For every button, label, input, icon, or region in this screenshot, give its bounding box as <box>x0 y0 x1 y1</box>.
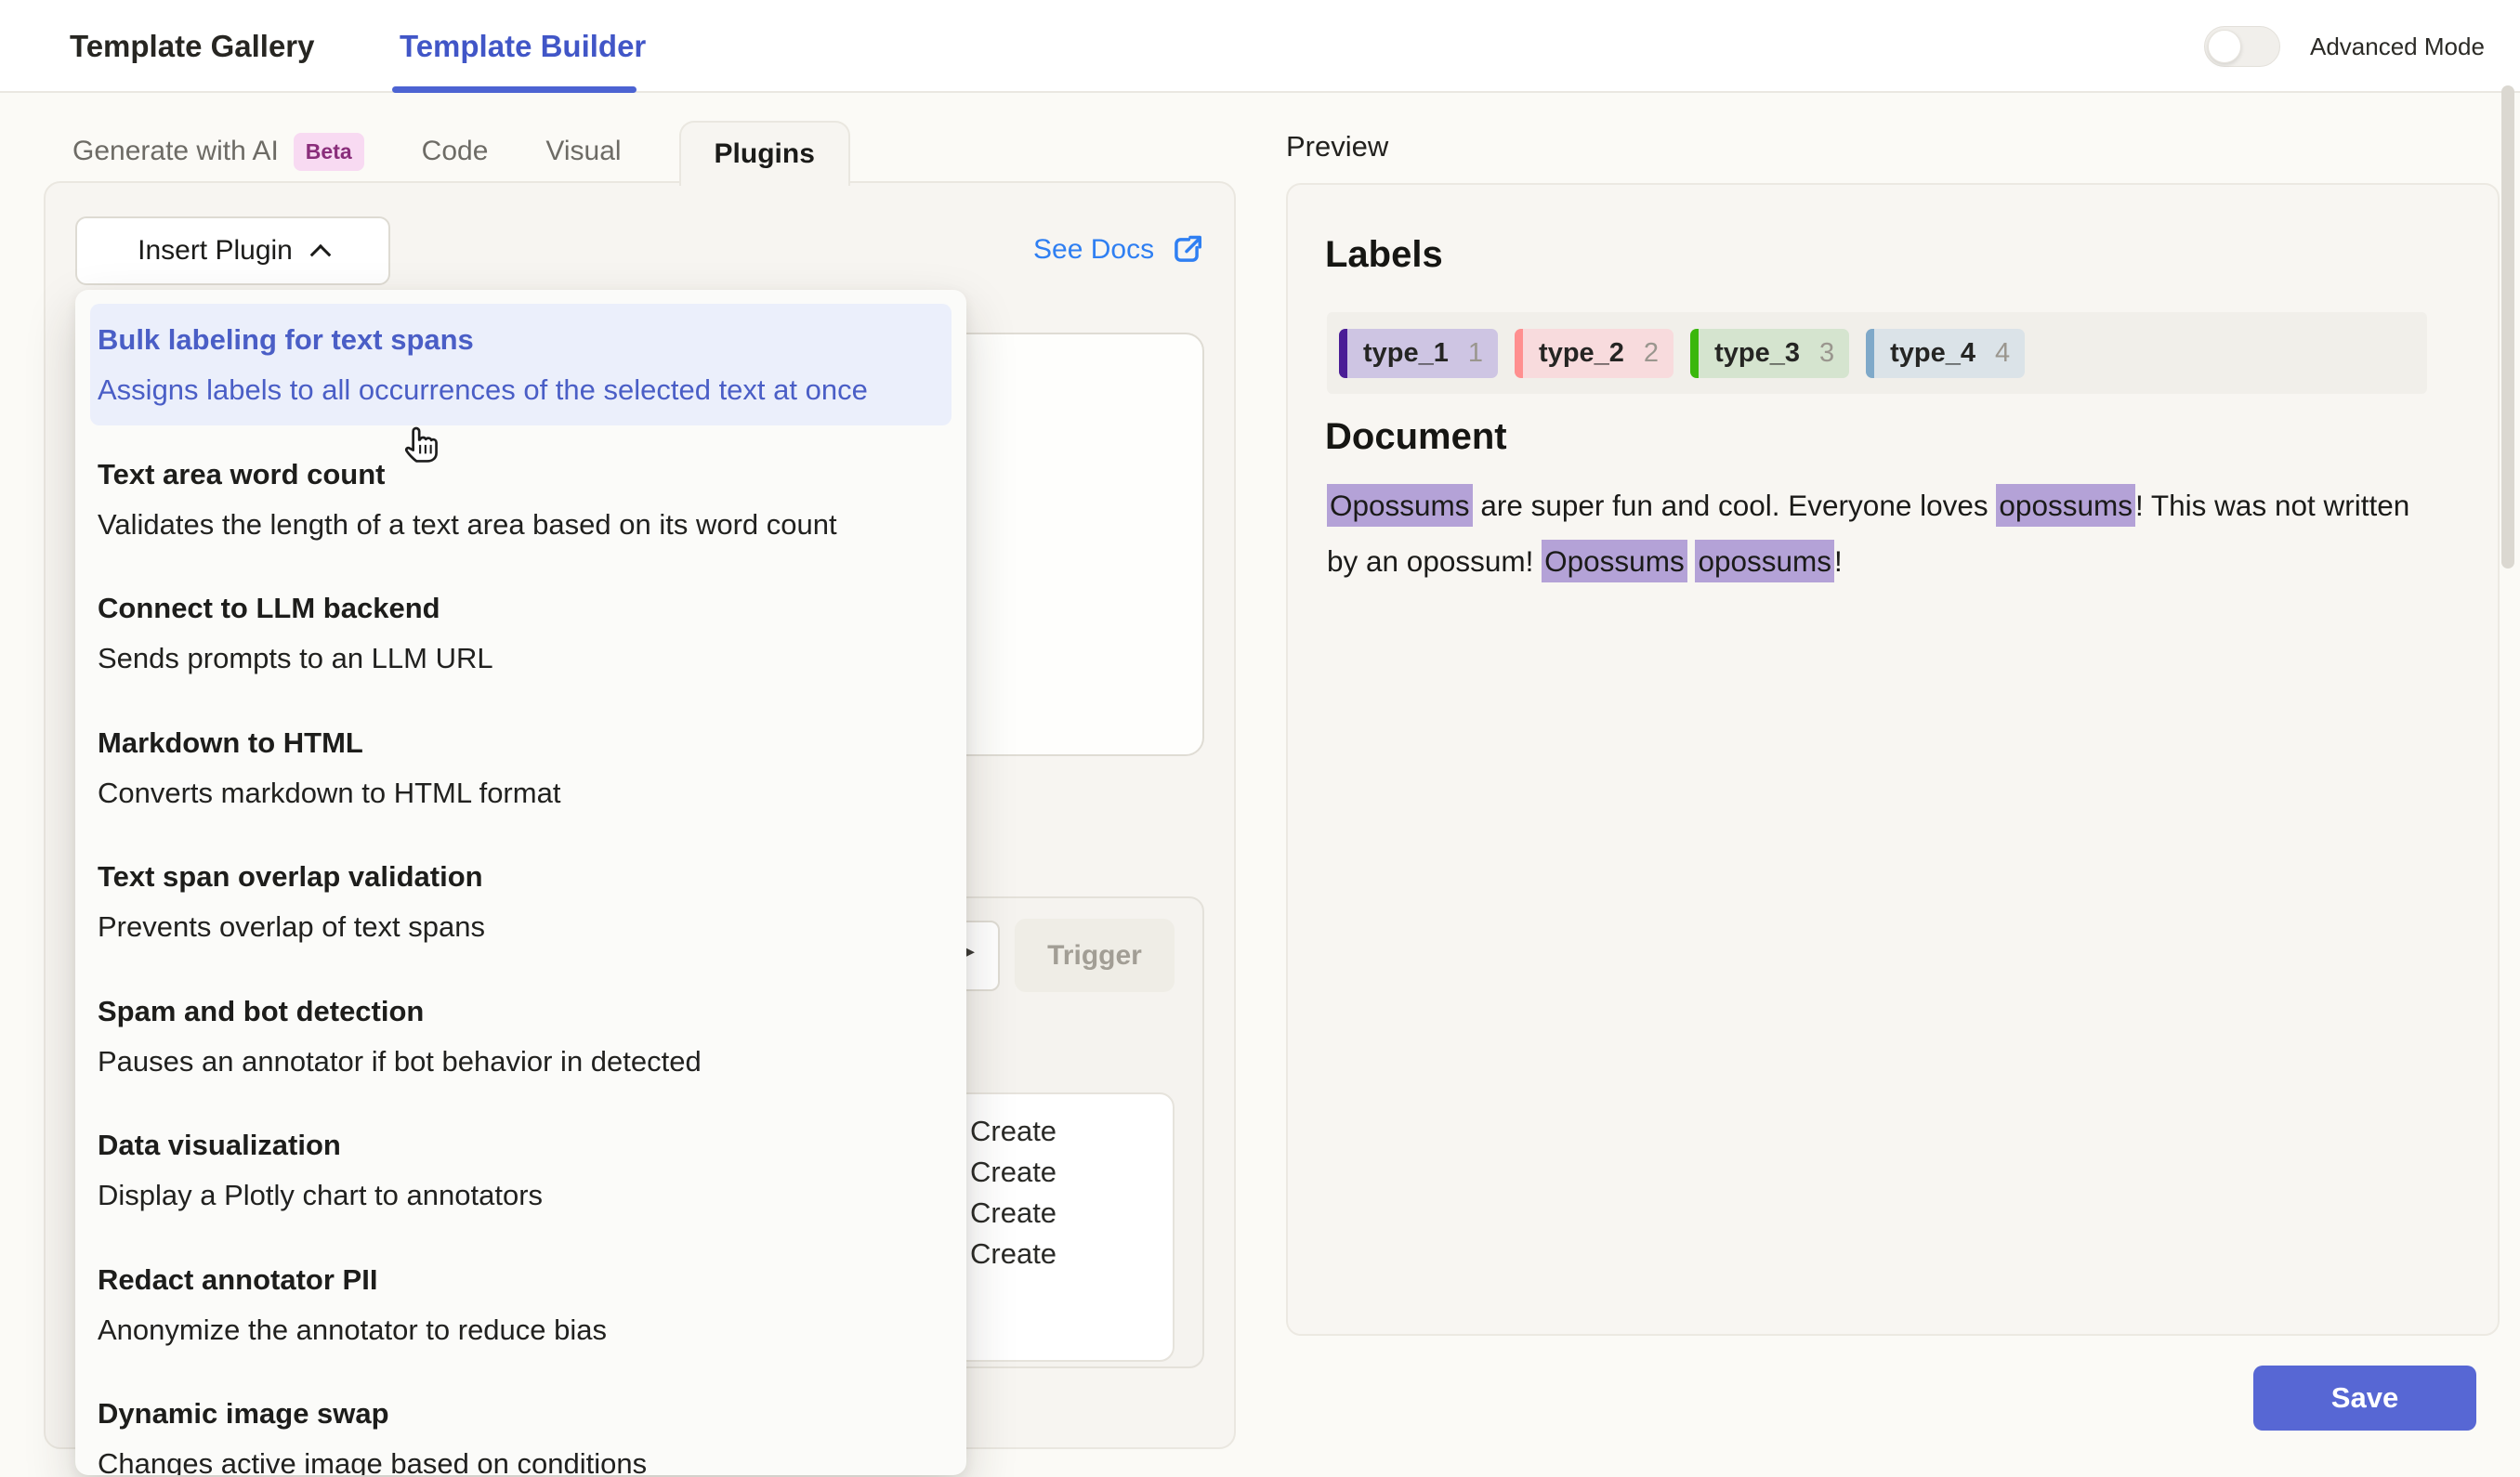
page-scrollbar[interactable] <box>2501 85 2514 569</box>
label-hotkey: 1 <box>1468 338 1483 369</box>
plugin-menu-item[interactable]: Markdown to HTML Converts markdown to HT… <box>75 707 966 842</box>
label-hotkey: 4 <box>1995 338 2010 369</box>
labels-strip: type_1 1 type_2 2 type_3 3 type_4 4 <box>1327 312 2427 394</box>
label-hotkey: 3 <box>1819 338 1834 369</box>
builder-tab[interactable]: Visual <box>545 120 621 183</box>
document-text-segment[interactable]: opossums <box>1695 540 1834 582</box>
document-text-segment[interactable]: by an opossum! <box>1327 544 1542 578</box>
insert-plugin-label: Insert Plugin <box>138 235 293 267</box>
plugin-menu-item[interactable]: Redact annotator PII Anonymize the annot… <box>75 1244 966 1379</box>
document-heading: Document <box>1325 416 1507 458</box>
save-button[interactable]: Save <box>2253 1366 2476 1431</box>
toggle-knob-icon <box>2208 30 2241 63</box>
plugin-menu-item[interactable]: Connect to LLM backend Sends prompts to … <box>75 572 966 707</box>
label-chip[interactable]: type_4 4 <box>1866 329 2025 378</box>
document-text-segment[interactable]: ! <box>1834 544 1843 578</box>
beta-badge: Beta <box>294 133 364 171</box>
labels-heading: Labels <box>1325 234 1443 276</box>
label-chip[interactable]: type_2 2 <box>1515 329 1673 378</box>
builder-tab[interactable]: Generate with AI Beta <box>72 120 364 183</box>
tab-template-gallery[interactable]: Template Gallery <box>70 0 315 93</box>
advanced-mode-toggle[interactable] <box>2204 26 2280 67</box>
plugin-menu-item[interactable]: Spam and bot detection Pauses an annotat… <box>75 975 966 1110</box>
active-tab-underline <box>392 86 637 93</box>
plugin-menu-item[interactable]: Dynamic image swap Changes active image … <box>75 1378 966 1475</box>
document-text-segment[interactable]: Opossums <box>1542 540 1687 582</box>
advanced-mode-label: Advanced Mode <box>2310 0 2485 93</box>
builder-tab[interactable]: Code <box>422 120 489 183</box>
plugin-menu-item[interactable]: Text span overlap validation Prevents ov… <box>75 841 966 975</box>
label-chip[interactable]: type_3 3 <box>1690 329 1849 378</box>
plugin-menu-item[interactable]: Data visualization Display a Plotly char… <box>75 1109 966 1244</box>
label-chip[interactable]: type_1 1 <box>1339 329 1498 378</box>
plugin-menu: Bulk labeling for text spans Assigns lab… <box>75 290 966 1475</box>
plugin-menu-item[interactable]: Bulk labeling for text spans Assigns lab… <box>90 304 952 425</box>
document-text-segment[interactable]: ! This was not written <box>2135 489 2409 522</box>
label-color-bar <box>1690 329 1699 378</box>
document-text-segment[interactable]: opossums <box>1996 484 2135 527</box>
top-bar: Template Gallery Template Builder Advanc… <box>0 0 2520 93</box>
see-docs-label: See Docs <box>1033 234 1154 266</box>
external-link-icon <box>1169 232 1204 268</box>
builder-tab[interactable]: Plugins <box>679 121 850 186</box>
document-text: Opossums are super fun and cool. Everyon… <box>1327 477 2512 589</box>
trigger-button[interactable]: Trigger <box>1015 919 1175 992</box>
plugin-menu-item[interactable]: Text area word count Validates the lengt… <box>75 438 966 573</box>
label-color-bar <box>1339 329 1347 378</box>
tab-template-builder[interactable]: Template Builder <box>400 0 646 93</box>
document-text-segment[interactable]: Opossums <box>1327 484 1473 527</box>
builder-tabs: Generate with AI Beta Code Visual Plugin… <box>72 120 850 183</box>
label-color-bar <box>1515 329 1523 378</box>
chevron-up-icon <box>310 244 332 266</box>
label-hotkey: 2 <box>1644 338 1659 369</box>
preview-heading: Preview <box>1286 130 1388 163</box>
document-text-segment[interactable]: are super fun and cool. Everyone loves <box>1473 489 1997 522</box>
see-docs-link[interactable]: See Docs <box>1033 232 1204 268</box>
insert-plugin-button[interactable]: Insert Plugin <box>75 216 390 285</box>
label-color-bar <box>1866 329 1874 378</box>
